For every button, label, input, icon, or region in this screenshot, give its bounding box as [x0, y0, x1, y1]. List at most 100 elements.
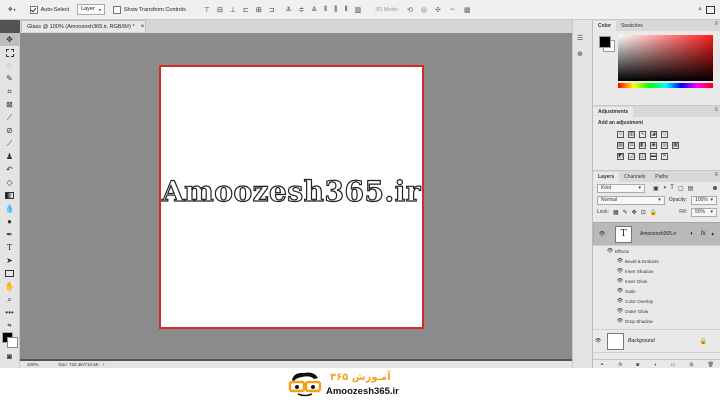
align-bottom-icon[interactable]: ⊥: [230, 6, 236, 14]
tab-layers[interactable]: Layers: [593, 172, 620, 182]
effect-row[interactable]: 👁 Inner Shadow: [593, 266, 720, 276]
lock-pixels-icon[interactable]: ✎: [623, 209, 628, 216]
threshold-icon[interactable]: ◫: [639, 153, 646, 160]
background-layer-thumbnail[interactable]: [607, 332, 624, 350]
effect-row[interactable]: 👁 Bevel & Emboss: [593, 256, 720, 266]
swap-colors[interactable]: ⇆: [0, 319, 19, 332]
effect-row[interactable]: 👁 Color Overlay: [593, 296, 720, 306]
brush-tool[interactable]: ⟋: [0, 137, 19, 150]
opacity-input[interactable]: 100% ▾: [691, 195, 717, 205]
blur-tool[interactable]: 💧: [0, 202, 19, 215]
lock-artboard-icon[interactable]: ⊡: [641, 209, 646, 216]
edit-toolbar[interactable]: •••: [0, 306, 19, 319]
crop-tool[interactable]: ⌗: [0, 85, 19, 98]
text-layer-thumbnail[interactable]: T: [615, 225, 632, 243]
chevron-right-icon[interactable]: ›: [103, 362, 105, 368]
text-layer-name[interactable]: Amoozesh365.ir: [640, 230, 676, 239]
align-vcenter-icon[interactable]: ⊟: [217, 6, 223, 14]
background-layer[interactable]: 👁 Background 🔒: [593, 329, 720, 353]
curves-icon[interactable]: ∿: [639, 131, 646, 138]
distribute-bottom-icon[interactable]: ≙: [311, 6, 317, 14]
lock-icon[interactable]: 🔒: [700, 338, 707, 345]
clone-stamp-tool[interactable]: ♟: [0, 150, 19, 163]
tab-paths[interactable]: Paths: [650, 172, 673, 182]
move-tool-icon[interactable]: ✥ ▾: [8, 7, 16, 13]
filter-toggle[interactable]: [713, 186, 717, 190]
effect-eye-icon[interactable]: 👁: [615, 268, 625, 274]
auto-select-checkbox[interactable]: Auto-Select: [29, 5, 69, 14]
tab-swatches[interactable]: Swatches: [616, 21, 648, 31]
adjustments-menu-icon[interactable]: ≡: [714, 107, 718, 113]
add-style-fx-icon[interactable]: fx: [618, 362, 622, 368]
add-mask-icon[interactable]: ◙: [636, 362, 639, 368]
eraser-tool[interactable]: ◇: [0, 176, 19, 189]
color-fg-swatch[interactable]: [599, 36, 611, 48]
distribute-hcenter-icon[interactable]: ⫼: [334, 6, 337, 14]
effect-eye-icon[interactable]: 👁: [615, 258, 625, 264]
distribute-top-icon[interactable]: ≚: [286, 6, 292, 14]
canvas-text[interactable]: Amoozesh365.ir: [161, 174, 422, 208]
background-swatch[interactable]: [7, 337, 18, 348]
tab-adjustments[interactable]: Adjustments: [593, 107, 634, 117]
delete-layer-icon[interactable]: 🗑: [708, 362, 714, 368]
fx-icon[interactable]: fx: [701, 230, 706, 239]
3d-roll-icon[interactable]: ◎: [421, 6, 427, 14]
gradient-map-icon[interactable]: ▬: [650, 153, 657, 160]
dodge-tool[interactable]: ●: [0, 215, 19, 228]
new-adjustment-icon[interactable]: ◑: [653, 362, 656, 368]
quick-mask-tool[interactable]: ◙: [0, 350, 19, 363]
chevron-up-icon[interactable]: ▴: [711, 230, 714, 239]
tab-channels[interactable]: Channels: [619, 172, 650, 182]
vibrance-icon[interactable]: ▽: [661, 131, 668, 138]
doc-info[interactable]: Doc: 732.4K/710.6K: [59, 362, 99, 367]
3d-scale-icon[interactable]: ▩: [464, 6, 471, 14]
hand-tool[interactable]: ✋: [0, 280, 19, 293]
effect-row[interactable]: 👁 Outer Glow: [593, 306, 720, 316]
effect-row[interactable]: 👁 Inner Glow: [593, 276, 720, 286]
auto-select-dropdown[interactable]: Layer ▾: [77, 4, 105, 15]
exposure-icon[interactable]: ◪: [650, 131, 657, 138]
healing-brush-tool[interactable]: ⊘: [0, 124, 19, 137]
filter-type-icon[interactable]: T: [670, 185, 674, 192]
background-layer-name[interactable]: Background: [628, 338, 655, 344]
search-icon[interactable]: ⌕: [698, 6, 702, 14]
filter-smart-icon[interactable]: ▤: [688, 185, 694, 192]
fill-input[interactable]: 50% ▾: [691, 207, 717, 217]
pen-tool[interactable]: ✒: [0, 228, 19, 241]
effects-row[interactable]: 👁 Effects: [593, 246, 720, 256]
auto-align-icon[interactable]: ▥: [355, 6, 362, 14]
new-group-icon[interactable]: ▭: [671, 362, 676, 368]
new-layer-icon[interactable]: ⊞: [689, 362, 693, 368]
effects-eye-icon[interactable]: 👁: [605, 248, 615, 254]
distribute-right-icon[interactable]: ⦀: [344, 6, 347, 14]
rectangle-tool[interactable]: [0, 267, 19, 280]
brightness-icon[interactable]: ☼: [617, 131, 624, 138]
color-picker-field[interactable]: [618, 35, 713, 81]
color-balance-icon[interactable]: ⚖: [628, 142, 635, 149]
color-lookup-icon[interactable]: ▦: [672, 142, 679, 149]
effect-eye-icon[interactable]: 👁: [615, 318, 625, 324]
hue-slider[interactable]: [618, 83, 713, 88]
3d-rotate-icon[interactable]: ⟲: [407, 6, 413, 14]
auto-select-check[interactable]: [29, 5, 38, 14]
effect-row[interactable]: 👁 Drop Shadow: [593, 316, 720, 326]
filter-kind-dropdown[interactable]: Kind ▾: [597, 183, 645, 193]
properties-icon[interactable]: ⊕: [577, 50, 583, 58]
effect-row[interactable]: 👁 Satin: [593, 286, 720, 296]
lock-position-icon[interactable]: ✥: [632, 209, 637, 216]
layer-style-icon[interactable]: ◐: [690, 230, 694, 239]
align-right-icon[interactable]: ⊐: [269, 6, 275, 14]
show-transform-checkbox[interactable]: Show Transform Controls: [112, 5, 186, 14]
effect-eye-icon[interactable]: 👁: [615, 308, 625, 314]
effect-eye-icon[interactable]: 👁: [615, 298, 625, 304]
lock-transparent-icon[interactable]: ▦: [613, 209, 619, 216]
lock-all-icon[interactable]: 🔒: [650, 209, 657, 216]
zoom-tool[interactable]: ⌕: [0, 293, 19, 306]
3d-slide-icon[interactable]: ⇔: [449, 6, 456, 13]
type-tool[interactable]: T: [0, 241, 19, 254]
text-layer[interactable]: 👁 T Amoozesh365.ir ◐ fx ▴: [593, 222, 720, 246]
quick-select-tool[interactable]: ✎: [0, 72, 19, 85]
path-selection-tool[interactable]: ➤: [0, 254, 19, 267]
document-tab[interactable]: Glass @ 100% (Amoozesh365.ir, RGB/8#) * …: [21, 20, 146, 32]
gradient-tool[interactable]: [0, 189, 19, 202]
